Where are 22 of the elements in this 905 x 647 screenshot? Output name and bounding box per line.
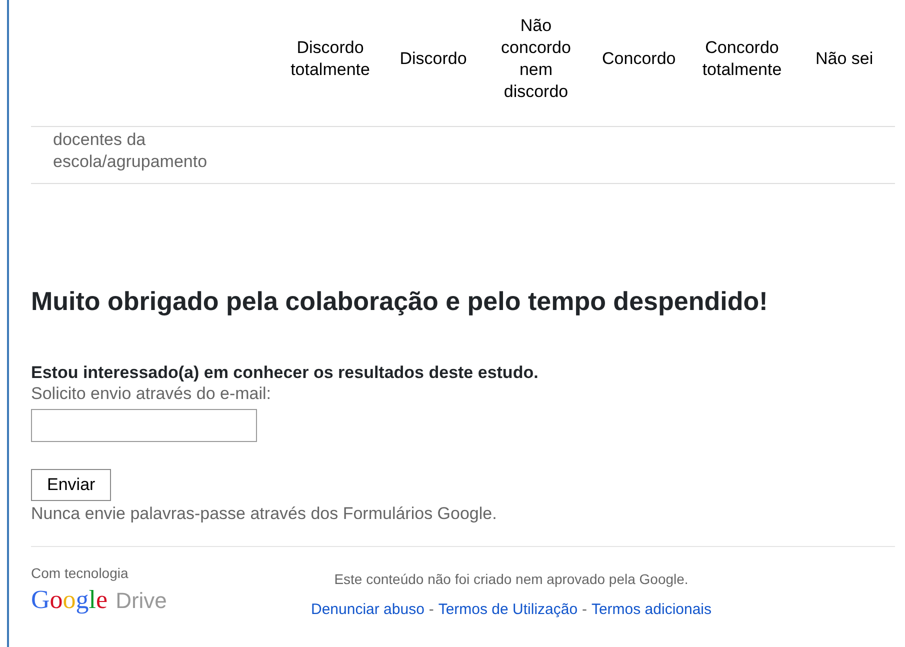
question-title: Estou interessado(a) em conhecer os resultados deste estudo. bbox=[31, 362, 540, 382]
column-header: Não sei bbox=[816, 48, 874, 68]
column-header: Concordo bbox=[602, 48, 676, 68]
footer-link[interactable]: Termos adicionais bbox=[591, 601, 712, 618]
footer-link[interactable]: Termos de Utilização bbox=[438, 601, 578, 618]
column-header: Não concordo nem discordo bbox=[501, 16, 571, 101]
drive-logo-text: Drive bbox=[116, 587, 167, 615]
submit-button[interactable]: Enviar bbox=[31, 468, 112, 500]
row-label: docentes da escola/agrupamento bbox=[53, 130, 208, 170]
email-field[interactable] bbox=[31, 408, 257, 442]
confirmation-heading: Muito obrigado pela colaboração e pelo tempo despendido! bbox=[31, 284, 769, 318]
google-logo: Google bbox=[31, 585, 108, 615]
disclaimer-text: Este conteúdo não foi criado nem aprovado pela Google. bbox=[333, 570, 690, 589]
question-help: Solicito envio através do e-mail: bbox=[31, 382, 272, 404]
link-separator: - bbox=[428, 601, 434, 618]
footer-link[interactable]: Denunciar abuso bbox=[311, 601, 424, 618]
link-separator: - bbox=[582, 601, 587, 618]
column-header: Discordo totalmente bbox=[290, 38, 370, 79]
powered-by-label: Com tecnologia bbox=[31, 564, 130, 583]
column-header: Concordo totalmente bbox=[702, 38, 782, 79]
password-warning: Nunca envie palavras-passe através dos Formulários Google. bbox=[31, 502, 498, 524]
column-header: Discordo bbox=[400, 48, 467, 68]
